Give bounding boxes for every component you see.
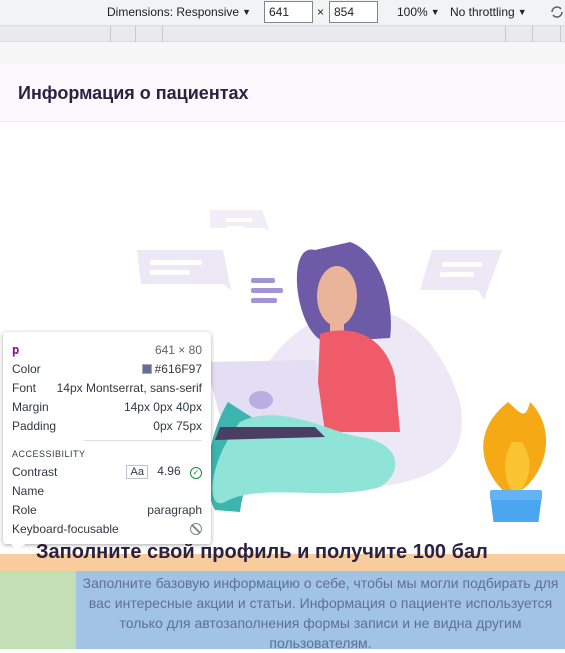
- element-size: 641 × 80: [154, 342, 202, 357]
- contrast-sample: Aa: [126, 465, 148, 479]
- ruler-segment[interactable]: [532, 26, 533, 42]
- zoom-label: 100%: [397, 5, 428, 19]
- profile-heading: Заполните свой профиль и получите 100 ба…: [36, 541, 488, 563]
- check-circle-icon: ✓: [190, 467, 202, 479]
- margin-label: Margin: [12, 399, 49, 414]
- role-value: paragraph: [147, 502, 202, 517]
- inspect-tooltip: p 641 × 80 Color #616F97 Font 14px Monts…: [3, 332, 211, 551]
- not-allowed-icon: [190, 522, 202, 535]
- dimensions-dropdown[interactable]: Dimensions: Responsive ▼: [107, 5, 251, 19]
- padding-label: Padding: [12, 418, 57, 433]
- ruler-segment[interactable]: [505, 26, 506, 42]
- role-label: Role: [12, 502, 37, 517]
- color-value: #616F97: [154, 361, 202, 376]
- element-tag: p: [12, 342, 20, 357]
- rotate-icon[interactable]: [548, 3, 565, 21]
- chevron-down-icon: ▼: [242, 7, 251, 17]
- keyboard-focusable-label: Keyboard-focusable: [12, 521, 119, 536]
- font-value: 14px Montserrat, sans-serif: [56, 380, 202, 395]
- accessibility-heading: ACCESSIBILITY: [12, 448, 86, 459]
- info-paragraph: Заполните базовую информацию о себе, что…: [82, 575, 559, 651]
- media-query-ruler: [0, 26, 565, 42]
- height-input[interactable]: [329, 1, 378, 23]
- color-label: Color: [12, 361, 41, 376]
- width-input[interactable]: [264, 1, 313, 23]
- ruler-segment[interactable]: [110, 26, 111, 42]
- section-divider: [84, 440, 202, 441]
- ruler-segment[interactable]: [162, 26, 163, 42]
- color-swatch-icon: [141, 363, 152, 374]
- font-label: Font: [12, 380, 37, 395]
- devtools-device-toolbar: Dimensions: Responsive ▼ × 100% ▼ No thr…: [0, 0, 565, 26]
- name-label: Name: [12, 483, 45, 498]
- throttling-dropdown[interactable]: No throttling ▼: [450, 5, 527, 19]
- chevron-down-icon: ▼: [430, 7, 440, 17]
- dimensions-label: Dimensions: Responsive: [107, 5, 240, 19]
- padding-value: 0px 75px: [153, 418, 202, 433]
- margin-value: 14px 0px 40px: [123, 399, 202, 414]
- contrast-label: Contrast: [12, 464, 58, 479]
- page-title: Информация о пациентах: [18, 83, 249, 103]
- zoom-dropdown[interactable]: 100% ▼: [397, 5, 440, 19]
- ruler-segment[interactable]: [135, 26, 136, 42]
- dimension-separator: ×: [317, 5, 325, 19]
- throttling-label: No throttling: [450, 5, 515, 19]
- ruler-segment[interactable]: [560, 26, 561, 42]
- chevron-down-icon: ▼: [517, 7, 527, 17]
- contrast-value: 4.96: [157, 464, 181, 478]
